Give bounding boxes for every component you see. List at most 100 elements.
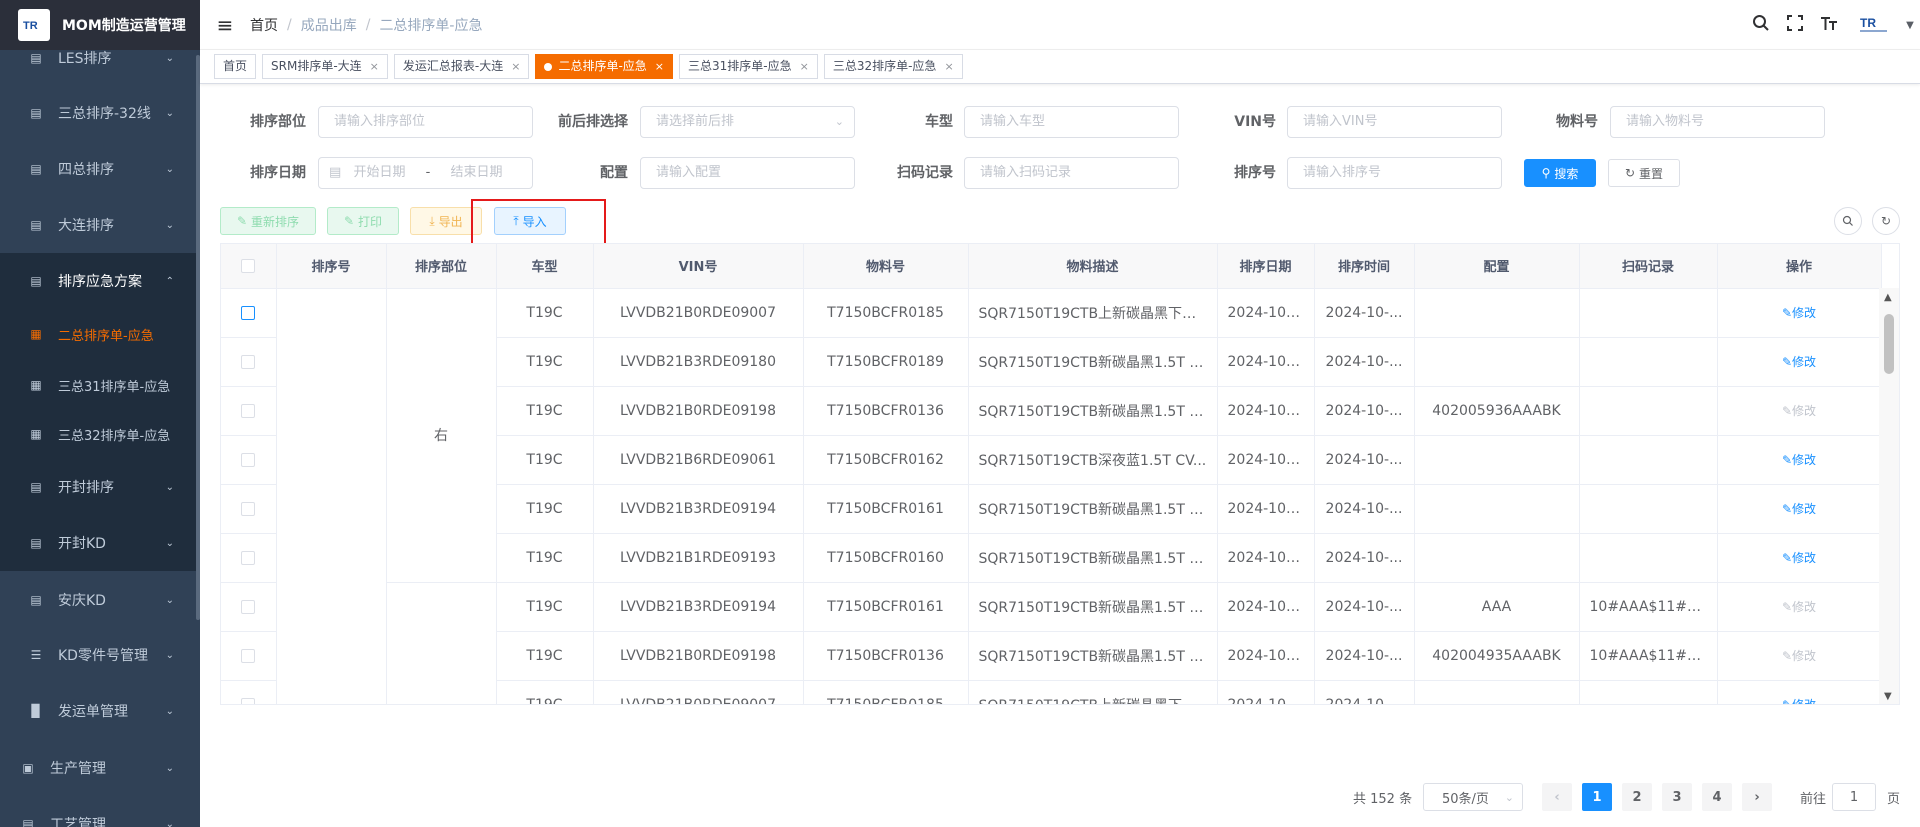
row-select-cell[interactable] bbox=[221, 631, 277, 681]
config-input[interactable]: 请输入配置 bbox=[640, 157, 855, 189]
table-scrollbar[interactable]: ▲ ▼ bbox=[1879, 288, 1899, 704]
scroll-down-icon[interactable]: ▼ bbox=[1884, 691, 1892, 702]
close-icon[interactable]: × bbox=[655, 55, 664, 78]
row-select-cell[interactable] bbox=[221, 337, 277, 387]
print-button[interactable]: ✎ 打印 bbox=[327, 207, 399, 235]
row-checkbox[interactable] bbox=[241, 501, 256, 516]
goto-suffix: 页 bbox=[1887, 791, 1901, 807]
sidebar-item[interactable]: ▦ 三总32排序单-应急 bbox=[0, 406, 196, 462]
front-back-select[interactable]: 请选择前后排 ⌄ bbox=[640, 106, 855, 138]
sidebar-item[interactable]: ▣ 生产管理 ⌄ bbox=[0, 740, 196, 796]
page-number-button[interactable]: 2 bbox=[1622, 783, 1652, 811]
search-button[interactable]: ⚲ 搜索 bbox=[1524, 159, 1596, 187]
edit-button[interactable]: ✎修改 bbox=[1782, 551, 1816, 565]
row-checkbox[interactable] bbox=[241, 305, 256, 320]
next-page-button[interactable]: › bbox=[1742, 783, 1772, 811]
row-checkbox[interactable] bbox=[241, 599, 256, 614]
row-checkbox[interactable] bbox=[241, 697, 256, 704]
edit-button[interactable]: ✎修改 bbox=[1782, 600, 1816, 614]
fullscreen-icon[interactable] bbox=[1778, 14, 1812, 37]
edit-label: 修改 bbox=[1792, 404, 1817, 418]
close-icon[interactable]: × bbox=[370, 55, 379, 78]
edit-button[interactable]: ✎修改 bbox=[1782, 698, 1816, 704]
table-row[interactable]: 右 T19C LVVDB21B0RDE09007 T7150BCFR0185 SQR71… bbox=[221, 288, 1882, 704]
col-scan: 扫码记录 bbox=[1579, 244, 1718, 289]
tag-view-item[interactable]: 三总32排序单-应急 × bbox=[823, 54, 963, 79]
page-number-button[interactable]: 4 bbox=[1702, 783, 1732, 811]
cell-config: AAA bbox=[1414, 582, 1580, 632]
sidebar-item[interactable]: ▤ 三总排序-32线 ⌄ bbox=[0, 85, 196, 141]
row-select-cell[interactable] bbox=[221, 680, 277, 704]
row-checkbox[interactable] bbox=[241, 648, 256, 663]
edit-button[interactable]: ✎修改 bbox=[1782, 453, 1816, 467]
font-size-icon[interactable] bbox=[1812, 14, 1846, 37]
breadcrumb-home[interactable]: 首页 bbox=[250, 15, 278, 35]
toggle-search-button[interactable] bbox=[1834, 207, 1862, 235]
table-scrollbar-thumb[interactable] bbox=[1884, 314, 1894, 374]
row-select-cell[interactable] bbox=[221, 386, 277, 436]
tag-view-item[interactable]: 首页 bbox=[214, 54, 257, 79]
row-select-cell[interactable] bbox=[221, 484, 277, 534]
row-checkbox[interactable] bbox=[241, 452, 256, 467]
caret-down-icon[interactable]: ▼ bbox=[1900, 20, 1920, 31]
row-checkbox[interactable] bbox=[241, 550, 256, 565]
edit-button[interactable]: ✎修改 bbox=[1782, 355, 1816, 369]
page-number-button[interactable]: 3 bbox=[1662, 783, 1692, 811]
sort-no-input[interactable]: 请输入排序号 bbox=[1287, 157, 1502, 189]
sidebar-item[interactable]: ▤ 开封排序 ⌄ bbox=[0, 459, 196, 515]
row-select-cell[interactable] bbox=[221, 533, 277, 583]
tag-view-item[interactable]: 二总排序单-应急 × bbox=[535, 54, 673, 79]
sort-date-range[interactable]: ▤ 开始日期 - 结束日期 bbox=[318, 157, 533, 189]
row-select-cell[interactable] bbox=[221, 288, 277, 338]
edit-button[interactable]: ✎修改 bbox=[1782, 502, 1816, 516]
goto-page-input[interactable]: 1 bbox=[1832, 783, 1876, 811]
sidebar-item-label: 开封KD bbox=[58, 536, 106, 552]
sidebar-item[interactable]: ▤ 开封KD ⌄ bbox=[0, 515, 196, 571]
row-checkbox[interactable] bbox=[241, 354, 256, 369]
cell-scan bbox=[1579, 288, 1718, 338]
sidebar-item[interactable]: ▦ 二总排序单-应急 bbox=[0, 306, 196, 362]
search-icon[interactable] bbox=[1744, 14, 1778, 37]
select-all-checkbox[interactable] bbox=[241, 258, 256, 273]
sidebar-item[interactable]: ▤ 大连排序 ⌄ bbox=[0, 197, 196, 253]
close-icon[interactable]: × bbox=[511, 55, 520, 78]
material-input[interactable]: 请输入物料号 bbox=[1610, 106, 1825, 138]
select-all-header[interactable] bbox=[221, 244, 277, 289]
edit-button[interactable]: ✎修改 bbox=[1782, 306, 1816, 320]
car-type-input[interactable]: 请输入车型 bbox=[964, 106, 1179, 138]
sidebar-item[interactable]: ▤ 排序应急方案 ⌃ bbox=[0, 253, 196, 309]
hamburger-icon[interactable]: ≡ bbox=[200, 13, 250, 37]
vin-input[interactable]: 请输入VIN号 bbox=[1287, 106, 1502, 138]
page-size-select[interactable]: 50条/页 ⌄ bbox=[1423, 783, 1523, 811]
edit-button[interactable]: ✎修改 bbox=[1782, 649, 1816, 663]
sort-part-input[interactable]: 请输入排序部位 bbox=[318, 106, 533, 138]
page-number-button[interactable]: 1 bbox=[1582, 783, 1612, 811]
sidebar-item[interactable]: ▤ 四总排序 ⌄ bbox=[0, 141, 196, 197]
date-start-placeholder: 开始日期 bbox=[353, 165, 406, 180]
refresh-table-button[interactable]: ↻ bbox=[1872, 207, 1900, 235]
row-select-cell[interactable] bbox=[221, 435, 277, 485]
scan-input[interactable]: 请输入扫码记录 bbox=[964, 157, 1179, 189]
scroll-up-icon[interactable]: ▲ bbox=[1884, 292, 1892, 303]
close-icon[interactable]: × bbox=[944, 55, 953, 78]
close-icon[interactable]: × bbox=[800, 55, 809, 78]
resort-button[interactable]: ✎ 重新排序 bbox=[220, 207, 316, 235]
tag-view-item[interactable]: 发运汇总报表-大连 × bbox=[393, 54, 530, 79]
cell-sort-date: 2024-10-31 bbox=[1217, 337, 1315, 387]
prev-page-button[interactable]: ‹ bbox=[1542, 783, 1572, 811]
row-select-cell[interactable] bbox=[221, 582, 277, 632]
tag-view-item[interactable]: 三总31排序单-应急 × bbox=[679, 54, 818, 79]
cell-scan bbox=[1579, 386, 1718, 436]
sidebar-item[interactable]: ▉ 发运单管理 ⌄ bbox=[0, 683, 196, 739]
row-checkbox[interactable] bbox=[241, 403, 256, 418]
sidebar-item[interactable]: ▦ 三总31排序单-应急 bbox=[0, 357, 196, 413]
tag-view-item[interactable]: SRM排序单-大连 × bbox=[262, 54, 388, 79]
avatar[interactable]: TR bbox=[1854, 10, 1894, 40]
sidebar-item[interactable]: ▤ 安庆KD ⌄ bbox=[0, 572, 196, 628]
reset-button[interactable]: ↻ 重置 bbox=[1608, 159, 1680, 187]
sidebar-item[interactable]: ▤ LES排序 ⌄ bbox=[0, 30, 196, 86]
edit-button[interactable]: ✎修改 bbox=[1782, 404, 1816, 418]
table-row[interactable]: T19C LVVDB21B3RDE09194 T7150BCFR0161 SQR715… bbox=[221, 582, 1882, 704]
sidebar-item[interactable]: ☰ KD零件号管理 ⌄ bbox=[0, 627, 196, 683]
sidebar-item[interactable]: ▤ 工艺管理 ⌄ bbox=[0, 796, 196, 827]
